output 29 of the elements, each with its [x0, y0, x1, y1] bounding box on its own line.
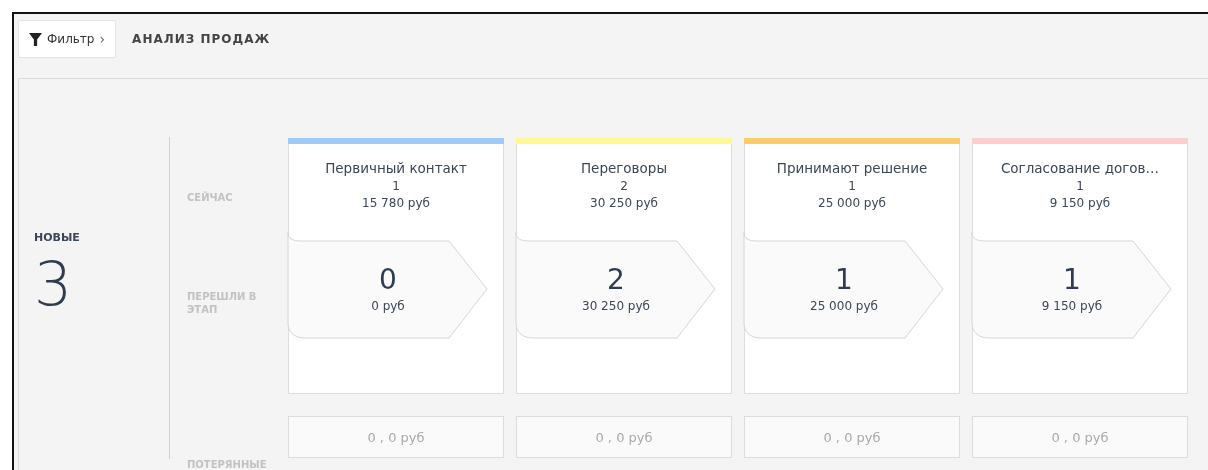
moved-count: 2: [607, 264, 625, 296]
filter-button[interactable]: Фильтр ›: [18, 20, 117, 58]
stage-amount: 25 000 руб: [818, 196, 886, 210]
stage-name: Согласование догов…: [1000, 160, 1160, 176]
stage-count: 1: [392, 179, 400, 193]
moved-amount: 0 руб: [371, 299, 405, 314]
stage-amount: 15 780 руб: [362, 196, 430, 210]
page-title: АНАЛИЗ ПРОДАЖ: [132, 32, 271, 46]
stage-name: Переговоры: [580, 160, 668, 176]
moved-count: 1: [835, 264, 853, 296]
lost-amount: 0 , 0 руб: [595, 429, 653, 445]
moved-amount: 30 250 руб: [582, 299, 650, 314]
lost-amount: 0 , 0 руб: [1051, 429, 1109, 445]
lost-amount: 0 , 0 руб: [367, 429, 425, 445]
stage-count: 1: [848, 179, 856, 193]
stage-name: Первичный контакт: [325, 160, 467, 176]
moved-amount: 9 150 руб: [1041, 299, 1103, 314]
filter-icon: [29, 32, 42, 46]
stage-name: Принимают решение: [776, 160, 928, 176]
moved-amount: 25 000 руб: [810, 299, 878, 314]
moved-count: 0: [379, 264, 397, 296]
stage-count: 2: [620, 179, 628, 193]
moved-count: 1: [1063, 264, 1081, 296]
new-count: 3: [34, 254, 74, 314]
stage-amount: 30 250 руб: [590, 196, 658, 210]
stage-count: 1: [1076, 179, 1084, 193]
new-label: НОВЫЕ: [34, 231, 81, 244]
lost-amount: 0 , 0 руб: [823, 429, 881, 445]
stage-amount: 9 150 руб: [1049, 196, 1111, 210]
